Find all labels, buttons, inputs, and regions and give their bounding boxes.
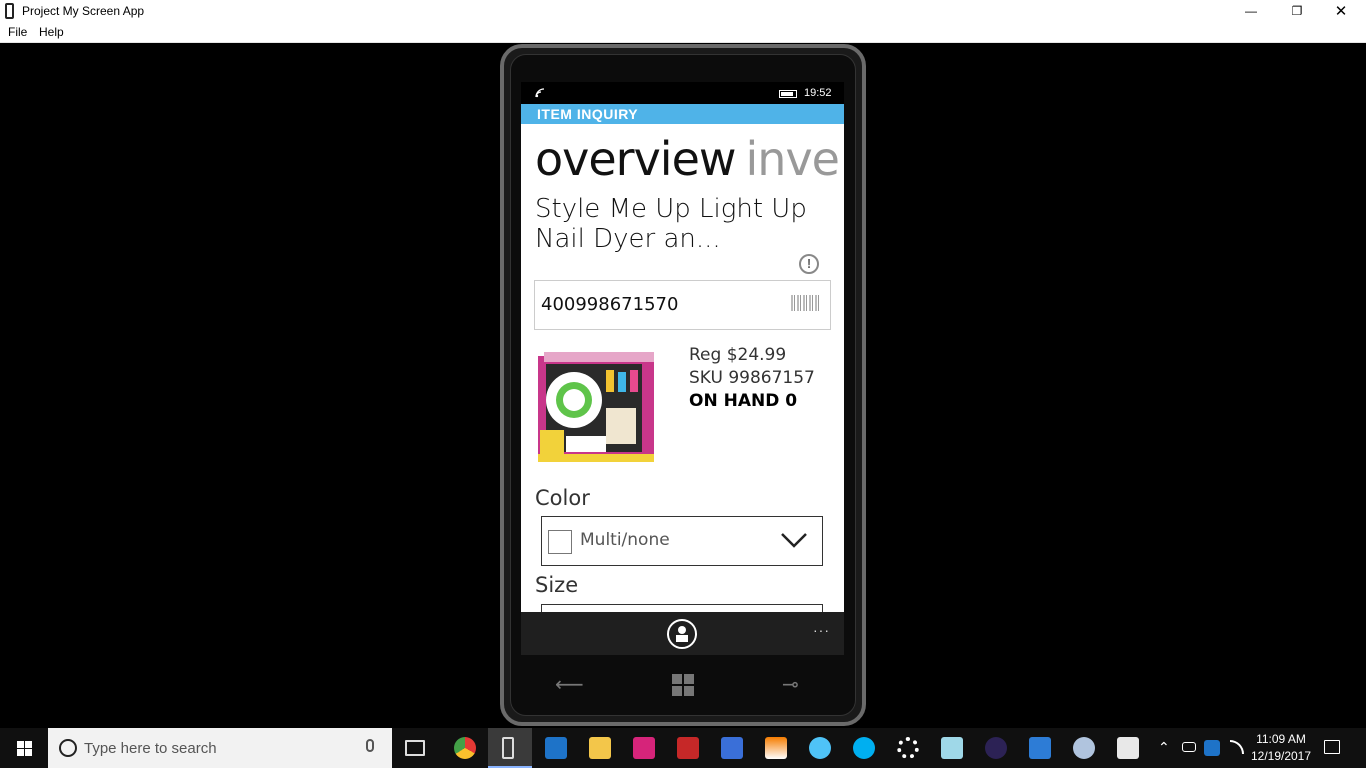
rsa-icon[interactable]	[677, 737, 699, 759]
color-label: Color	[535, 486, 590, 510]
vlc-icon[interactable]	[765, 737, 787, 759]
action-center-icon[interactable]	[1324, 740, 1340, 754]
minimize-button[interactable]: —	[1228, 0, 1274, 22]
settings-gear-icon[interactable]	[897, 737, 919, 759]
info-icon[interactable]: !	[799, 254, 819, 274]
chrome-icon[interactable]	[454, 737, 476, 759]
taskbar-search[interactable]: Type here to search	[48, 728, 392, 768]
windows-start-button[interactable]	[0, 728, 48, 768]
menu-help[interactable]: Help	[39, 25, 64, 39]
pinwheel-icon[interactable]	[809, 737, 831, 759]
phone-projector-icon[interactable]	[502, 737, 514, 759]
barcode-icon[interactable]	[791, 295, 819, 311]
title-bar: Project My Screen App — ❐ ✕	[0, 0, 1366, 22]
skype-icon[interactable]	[853, 737, 875, 759]
battery-icon	[779, 90, 797, 98]
pivot-overview[interactable]: overview	[535, 132, 737, 186]
tray-battery-icon[interactable]	[1182, 742, 1196, 752]
app-header: ITEM INQUIRY	[521, 104, 844, 124]
regular-price: Reg $24.99	[689, 345, 787, 365]
taskbar-time[interactable]: 11:09 AM	[1250, 732, 1312, 746]
remote-desktop-icon[interactable]	[721, 737, 743, 759]
menu-file[interactable]: File	[8, 25, 27, 39]
notepad-icon[interactable]	[941, 737, 963, 759]
back-arrow-icon[interactable]: ⟵	[555, 672, 584, 697]
vs-code-icon[interactable]	[1029, 737, 1051, 759]
color-swatch-checkbox[interactable]	[548, 530, 572, 554]
window-title: Project My Screen App	[22, 4, 145, 18]
wifi-icon[interactable]	[1230, 740, 1244, 754]
file-explorer-icon[interactable]	[589, 737, 611, 759]
on-hand-count: ON HAND 0	[689, 391, 798, 411]
menu-bar: File Help	[0, 22, 1366, 43]
app-phone-icon	[5, 3, 14, 19]
task-view-icon[interactable]	[405, 740, 425, 756]
color-select-value: Multi/none	[580, 530, 670, 550]
phone-status-bar: 19:52	[521, 82, 844, 104]
item-name: Style Me Up Light Up Nail Dyer an...	[535, 194, 807, 254]
sku-input[interactable]: 400998671570	[534, 280, 831, 330]
intellij-icon[interactable]	[633, 737, 655, 759]
chevron-down-icon[interactable]	[780, 531, 808, 549]
cortana-icon	[59, 739, 77, 757]
user-lookup-icon[interactable]	[667, 619, 697, 649]
phone-clock: 19:52	[804, 87, 832, 99]
paint-icon[interactable]	[1073, 737, 1095, 759]
outlook-icon[interactable]	[545, 737, 567, 759]
sku-number: SKU 99867157	[689, 368, 815, 388]
java-icon[interactable]	[1117, 737, 1139, 759]
signal-icon	[535, 88, 545, 98]
color-select[interactable]: Multi/none	[541, 516, 823, 566]
windows-start-icon[interactable]	[672, 674, 694, 702]
microphone-icon[interactable]	[366, 739, 374, 752]
eclipse-icon[interactable]	[985, 737, 1007, 759]
tray-outlook-icon[interactable]	[1204, 740, 1220, 756]
pivot-header: overview inve	[535, 132, 840, 186]
app-bar: ···	[521, 612, 844, 655]
search-hw-icon[interactable]: ⊸	[782, 672, 799, 697]
more-options-button[interactable]: ···	[813, 622, 830, 638]
pivot-inventory[interactable]: inve	[746, 132, 840, 186]
size-label: Size	[535, 573, 579, 597]
taskbar: Type here to search ⌃ 11:09 AM 12/19/201…	[0, 728, 1366, 768]
restore-button[interactable]: ❐	[1274, 0, 1320, 22]
price-block: Reg $24.99 SKU 99867157 ON HAND 0	[689, 344, 815, 413]
tray-expand-icon[interactable]: ⌃	[1158, 739, 1170, 756]
phone-screen: 19:52 ITEM INQUIRY overview inve Style Me…	[521, 82, 844, 655]
search-placeholder: Type here to search	[84, 740, 217, 757]
taskbar-date[interactable]: 12/19/2017	[1250, 749, 1312, 763]
product-image	[538, 352, 654, 462]
close-button[interactable]: ✕	[1318, 0, 1364, 22]
